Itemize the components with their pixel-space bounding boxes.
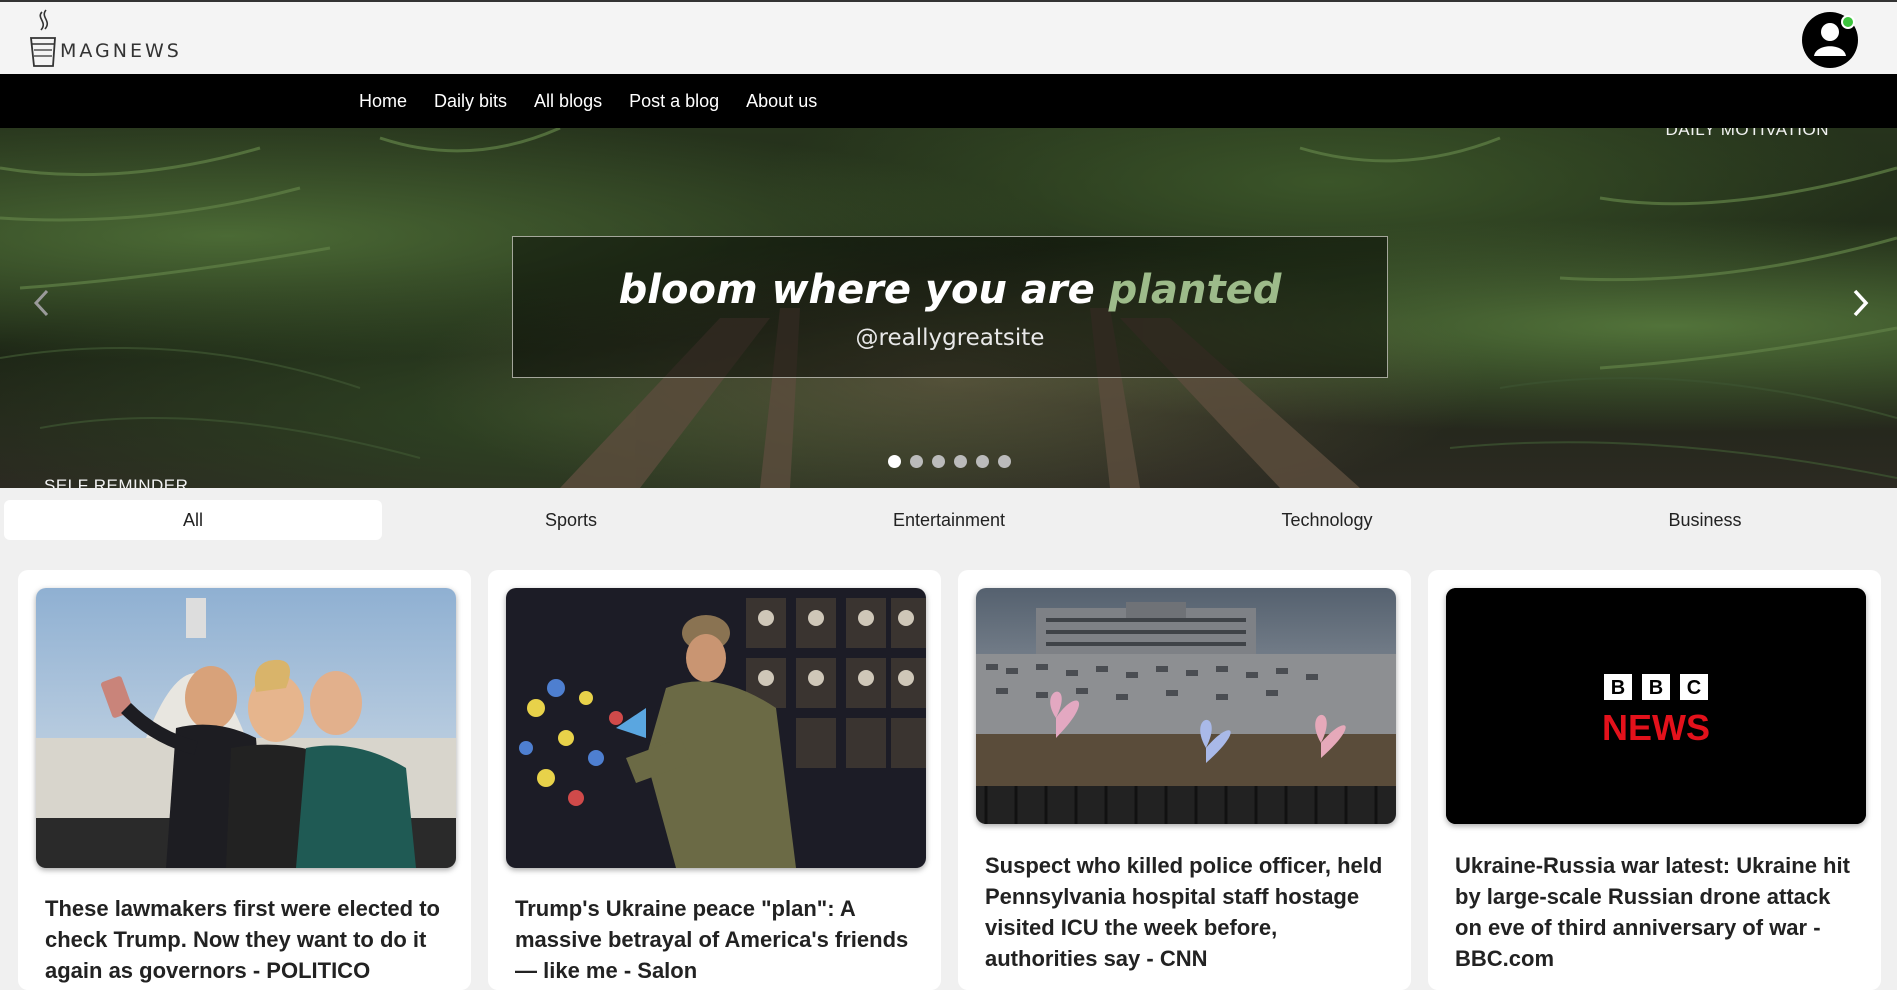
tab-sports[interactable]: Sports [382, 500, 760, 540]
article-card[interactable]: B B C NEWS Ukraine-Russia war latest: Uk… [1428, 570, 1881, 990]
hospital-parking-photo [976, 588, 1396, 824]
coffee-cup-icon [29, 9, 56, 67]
tab-technology[interactable]: Technology [1138, 500, 1516, 540]
hero-carousel: DAILY MOTIVATION SELF REMINDER bloom whe… [0, 128, 1897, 488]
daily-motivation-label: DAILY MOTIVATION [1665, 128, 1829, 139]
article-card[interactable]: These lawmakers first were elected to ch… [18, 570, 471, 990]
carousel-dot-6[interactable] [998, 455, 1011, 468]
article-image [976, 588, 1396, 824]
nav-daily-bits[interactable]: Daily bits [434, 91, 507, 112]
quote-card: bloom where you are planted @reallygreat… [512, 236, 1388, 378]
self-reminder-label: SELF REMINDER [44, 476, 189, 488]
svg-text:NEWS: NEWS [1602, 707, 1710, 748]
carousel-prev-button[interactable] [22, 278, 62, 328]
svg-text:B: B [1611, 677, 1625, 699]
carousel-dot-4[interactable] [954, 455, 967, 468]
carousel-dot-5[interactable] [976, 455, 989, 468]
category-tabs: All Sports Entertainment Technology Busi… [4, 500, 1894, 540]
nav-about-us[interactable]: About us [746, 91, 817, 112]
article-card[interactable]: Trump's Ukraine peace "plan": A massive … [488, 570, 941, 990]
nav-all-blogs[interactable]: All blogs [534, 91, 602, 112]
svg-text:B: B [1649, 677, 1663, 699]
tab-all[interactable]: All [4, 500, 382, 540]
quote-text: bloom where you are planted [618, 267, 1282, 313]
tab-business[interactable]: Business [1516, 500, 1894, 540]
online-status-dot [1841, 15, 1855, 29]
nav-post-a-blog[interactable]: Post a blog [629, 91, 719, 112]
article-title[interactable]: Ukraine-Russia war latest: Ukraine hit b… [1455, 850, 1855, 974]
chevron-right-icon [1853, 289, 1869, 317]
nav-home[interactable]: Home [359, 91, 407, 112]
chevron-left-icon [33, 289, 49, 317]
quote-accent-word: planted [1108, 267, 1282, 313]
main-nav: Home Daily bits All blogs Post a blog Ab… [0, 74, 1897, 128]
article-title[interactable]: Suspect who killed police officer, held … [985, 850, 1385, 974]
article-image [36, 588, 456, 868]
quote-handle: @reallygreatsite [855, 325, 1045, 351]
brand-name: MAGNEWS [60, 40, 182, 62]
article-image [506, 588, 926, 868]
article-grid: These lawmakers first were elected to ch… [18, 570, 1897, 990]
article-image: B B C NEWS [1446, 588, 1866, 824]
brand-logo[interactable]: MAGNEWS [28, 6, 182, 70]
header: MAGNEWS [0, 0, 1897, 74]
article-card[interactable]: Suspect who killed police officer, held … [958, 570, 1411, 990]
carousel-indicators [888, 455, 1020, 468]
carousel-next-button[interactable] [1840, 278, 1880, 328]
tab-entertainment[interactable]: Entertainment [760, 500, 1138, 540]
user-avatar-button[interactable] [1802, 12, 1858, 68]
bbc-news-logo-image: B B C NEWS [1446, 588, 1866, 824]
ukraine-memorial-photo [506, 588, 926, 868]
carousel-dot-2[interactable] [910, 455, 923, 468]
svg-text:C: C [1687, 677, 1701, 699]
carousel-dot-1[interactable] [888, 455, 901, 468]
article-title[interactable]: Trump's Ukraine peace "plan": A massive … [515, 893, 915, 986]
article-title[interactable]: These lawmakers first were elected to ch… [45, 893, 445, 986]
carousel-dot-3[interactable] [932, 455, 945, 468]
capitol-selfie-photo [36, 588, 456, 868]
